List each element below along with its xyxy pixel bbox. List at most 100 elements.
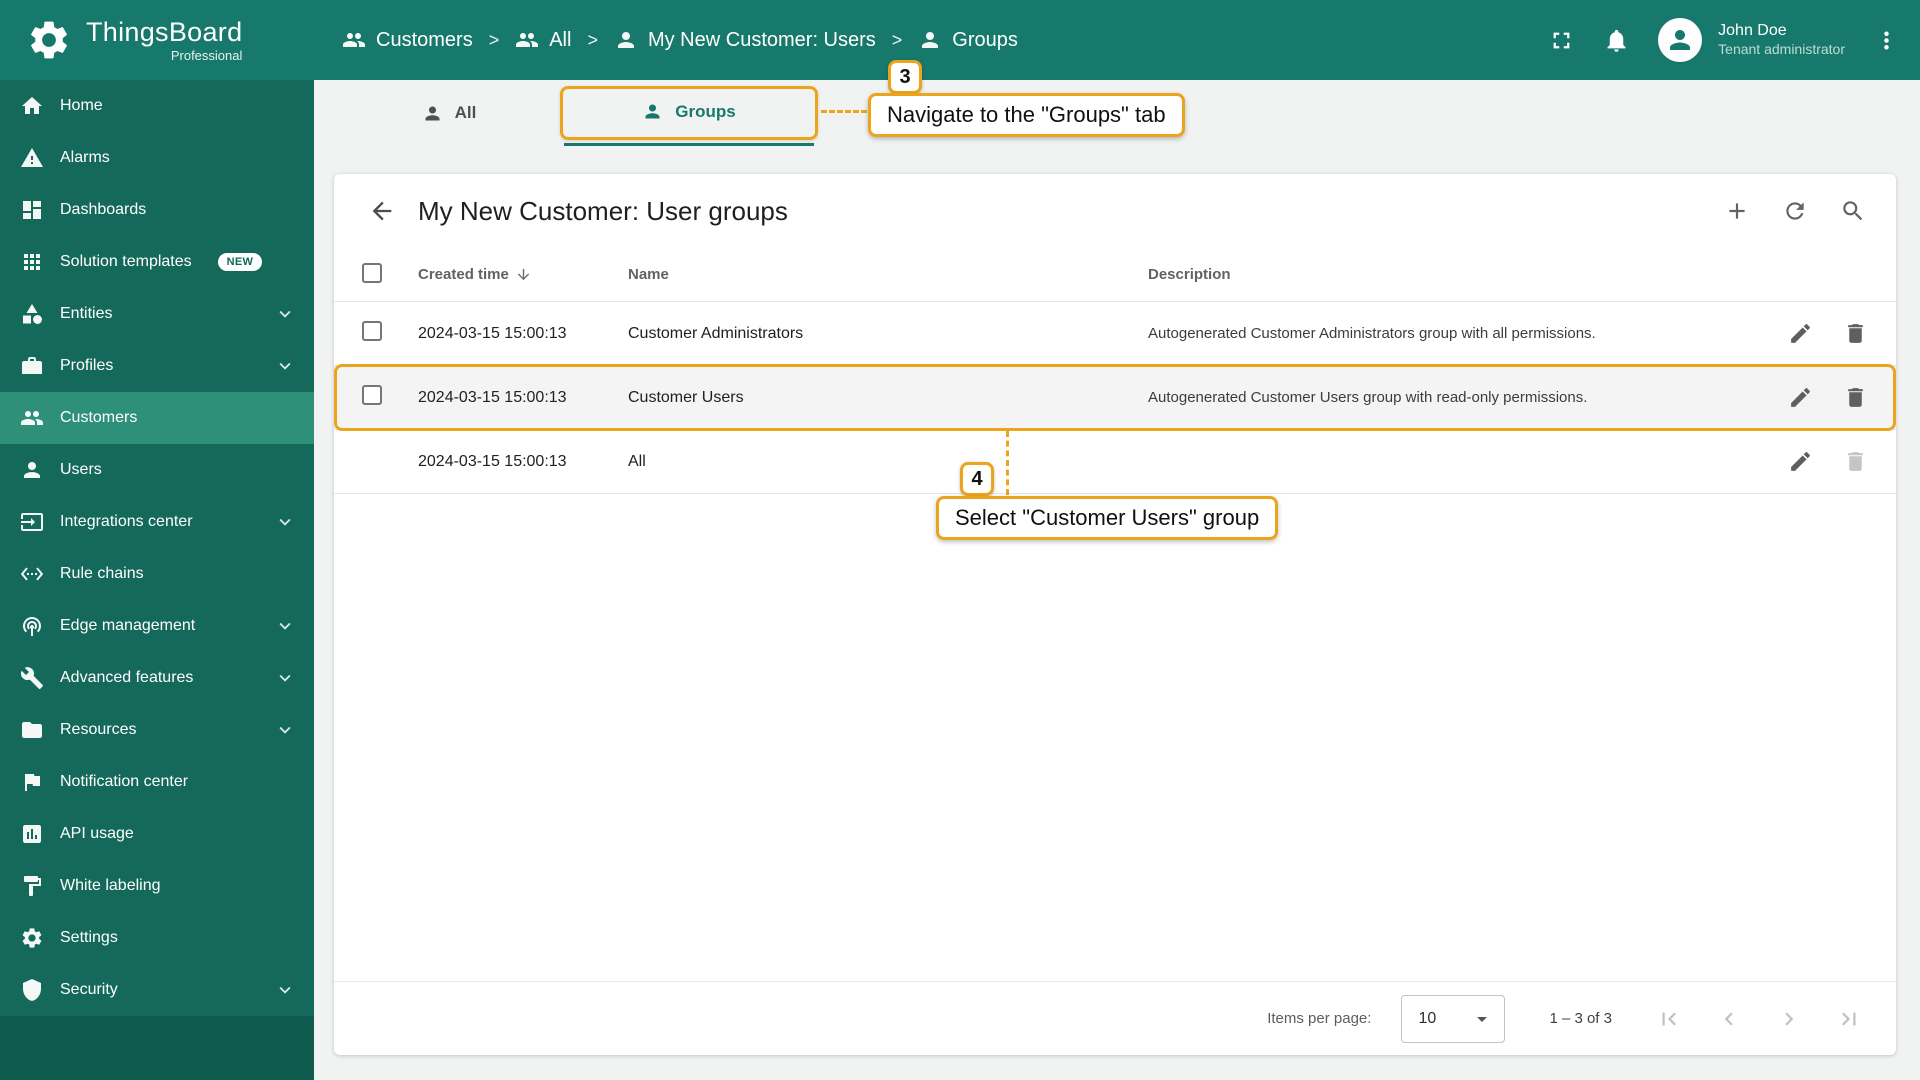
tab-bar: All Groups: [314, 80, 1920, 146]
more-vert-icon: [1873, 27, 1900, 54]
fullscreen-button[interactable]: [1548, 27, 1575, 54]
brand-edition: Professional: [170, 47, 243, 63]
warning-icon: [20, 146, 44, 170]
person-icon: [422, 103, 443, 124]
breadcrumb-separator: >: [587, 29, 598, 50]
back-button[interactable]: [368, 197, 396, 225]
brand-name: ThingsBoard: [86, 16, 243, 47]
sidebar-item-edge-management[interactable]: Edge management: [0, 600, 314, 652]
sidebar-item-integrations-center[interactable]: Integrations center: [0, 496, 314, 548]
panel-title: My New Customer: User groups: [418, 195, 788, 226]
sidebar-item-notification-center[interactable]: Notification center: [0, 756, 314, 808]
row-checkbox[interactable]: [362, 321, 382, 341]
delete-button-disabled: [1843, 449, 1868, 474]
table-header-row: Created time Name Description: [334, 248, 1896, 302]
last-page-button[interactable]: [1836, 1006, 1862, 1032]
gear-icon: [20, 926, 44, 950]
category-icon: [20, 302, 44, 326]
sidebar-item-white-labeling[interactable]: White labeling: [0, 860, 314, 912]
sort-desc-icon: [515, 266, 532, 283]
add-group-button[interactable]: [1724, 198, 1750, 224]
sidebar-item-api-usage[interactable]: API usage: [0, 808, 314, 860]
sidebar-item-alarms[interactable]: Alarms: [0, 132, 314, 184]
refresh-button[interactable]: [1782, 198, 1808, 224]
delete-button[interactable]: [1843, 321, 1868, 346]
drop-down-icon: [1470, 1007, 1494, 1031]
sidebar-item-security[interactable]: Security: [0, 964, 314, 1016]
delete-button[interactable]: [1843, 385, 1868, 410]
pagination-range: 1 – 3 of 3: [1549, 1010, 1612, 1027]
sidebar-item-home[interactable]: Home: [0, 80, 314, 132]
person-icon: [20, 458, 44, 482]
flag-icon: [20, 770, 44, 794]
main-content: All Groups My New Customer: User groups …: [314, 80, 1920, 1080]
select-all-checkbox[interactable]: [362, 262, 382, 283]
table-row-customer-users[interactable]: 2024-03-15 15:00:13 Customer Users Autog…: [334, 364, 1896, 431]
sidebar-item-rule-chains[interactable]: Rule chains: [0, 548, 314, 600]
column-created-time[interactable]: Created time: [418, 266, 628, 283]
people-icon: [20, 406, 44, 430]
shield-icon: [20, 978, 44, 1002]
breadcrumb-customers[interactable]: Customers: [342, 28, 473, 52]
person-icon: [642, 101, 663, 122]
paint-icon: [20, 874, 44, 898]
breadcrumb-separator: >: [891, 29, 903, 50]
dashboard-icon: [20, 198, 44, 222]
bar-chart-icon: [20, 822, 44, 846]
tab-all[interactable]: All: [364, 80, 534, 146]
apps-icon: [20, 250, 44, 274]
wifi-tethering-icon: [20, 614, 44, 638]
breadcrumb-groups[interactable]: Groups: [918, 28, 1018, 52]
avatar[interactable]: [1658, 18, 1703, 62]
edit-button[interactable]: [1788, 385, 1813, 410]
row-checkbox[interactable]: [362, 385, 382, 405]
people-icon: [515, 28, 539, 52]
tab-groups[interactable]: Groups: [564, 80, 814, 146]
sidebar-item-resources[interactable]: Resources: [0, 704, 314, 756]
first-page-button[interactable]: [1656, 1006, 1682, 1032]
sidebar-item-solution-templates[interactable]: Solution templates NEW: [0, 236, 314, 288]
chevron-down-icon: [274, 615, 296, 637]
ethernet-icon: [20, 562, 44, 586]
briefcase-icon: [20, 354, 44, 378]
input-icon: [20, 510, 44, 534]
sidebar-item-dashboards[interactable]: Dashboards: [0, 184, 314, 236]
sidebar-footer: [0, 1016, 314, 1080]
user-name: John Doe: [1718, 22, 1787, 40]
column-description[interactable]: Description: [1148, 266, 1718, 283]
previous-page-button[interactable]: [1716, 1006, 1742, 1032]
edit-button[interactable]: [1788, 321, 1813, 346]
next-page-button[interactable]: [1776, 1006, 1802, 1032]
chevron-down-icon: [274, 719, 296, 741]
folder-icon: [20, 718, 44, 742]
sidebar-item-customers[interactable]: Customers: [0, 392, 314, 444]
thingsboard-logo[interactable]: ThingsBoard Professional: [0, 17, 314, 63]
sidebar-item-users[interactable]: Users: [0, 444, 314, 496]
chevron-down-icon: [274, 667, 296, 689]
search-button[interactable]: [1840, 198, 1866, 224]
sidebar-item-settings[interactable]: Settings: [0, 912, 314, 964]
items-per-page-select[interactable]: 10: [1401, 994, 1506, 1043]
user-menu-button[interactable]: [1873, 27, 1900, 54]
table-row[interactable]: 2024-03-15 15:00:13 Customer Administrat…: [334, 302, 1896, 366]
notifications-button[interactable]: [1603, 27, 1630, 54]
table-row[interactable]: 2024-03-15 15:00:13 All: [334, 430, 1896, 494]
chevron-down-icon: [274, 979, 296, 1001]
fullscreen-icon: [1548, 27, 1575, 54]
sidebar-item-advanced-features[interactable]: Advanced features: [0, 652, 314, 704]
breadcrumb: Customers > All > My New Customer: Users…: [342, 28, 1018, 52]
chevron-down-icon: [274, 355, 296, 377]
people-icon: [342, 28, 366, 52]
home-icon: [20, 94, 44, 118]
sidebar-item-entities[interactable]: Entities: [0, 288, 314, 340]
sidebar-item-profiles[interactable]: Profiles: [0, 340, 314, 392]
chevron-down-icon: [274, 511, 296, 533]
pagination-bar: Items per page: 10 1 – 3 of 3: [334, 981, 1896, 1055]
breadcrumb-all[interactable]: All: [515, 28, 571, 52]
column-name[interactable]: Name: [628, 266, 1148, 283]
person-icon: [1665, 25, 1695, 55]
items-per-page-label: Items per page:: [1267, 1010, 1372, 1027]
breadcrumb-customer-users[interactable]: My New Customer: Users: [614, 28, 876, 52]
person-icon: [614, 28, 638, 52]
edit-button[interactable]: [1788, 449, 1813, 474]
